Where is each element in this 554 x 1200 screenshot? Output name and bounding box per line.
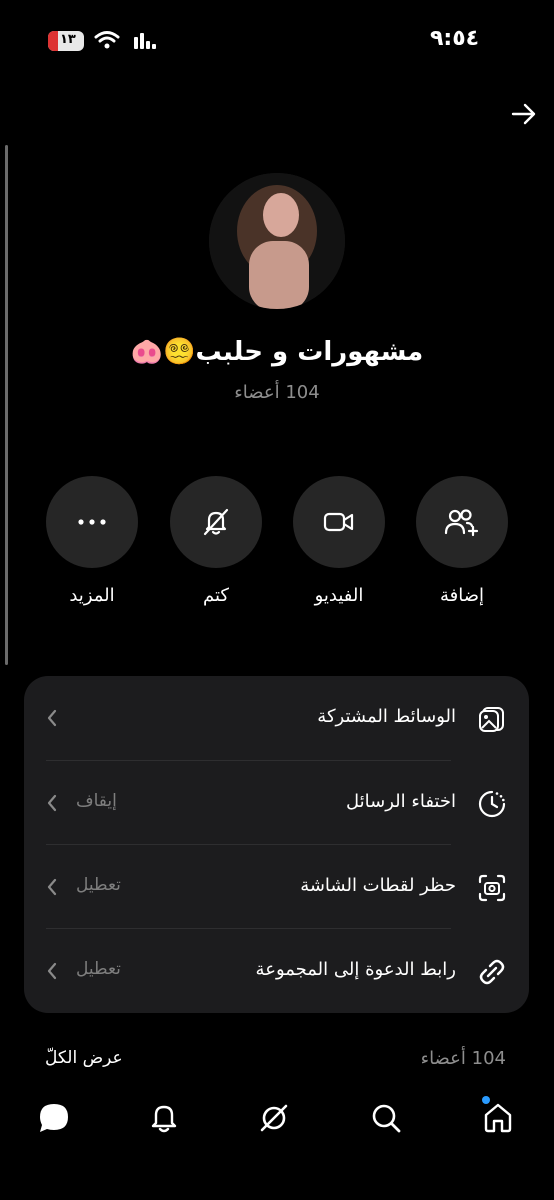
- media-icon: [479, 707, 504, 732]
- chat-icon: [40, 1104, 68, 1132]
- video-icon: [323, 512, 354, 532]
- block-screenshots-row[interactable]: حظر لقطات الشاشة تعطيل: [24, 845, 529, 929]
- invite-link-title: رابط الدعوة إلى المجموعة: [255, 959, 456, 980]
- mute-button[interactable]: [170, 476, 262, 568]
- block-screenshots-value: تعطيل: [76, 875, 121, 895]
- add-label: إضافة: [439, 585, 485, 606]
- members-count-heading: 104 أعضاء: [420, 1048, 506, 1069]
- nav-chat[interactable]: [36, 1100, 72, 1136]
- group-title: مشهورات و حلبب😵‍💫🐽: [130, 337, 424, 367]
- signal-icon: [134, 33, 156, 49]
- wifi-icon: [94, 31, 120, 49]
- add-users-icon: [444, 509, 479, 537]
- video-label: الفيديو: [314, 585, 364, 606]
- nav-explore[interactable]: [256, 1100, 292, 1136]
- more-button[interactable]: [46, 476, 138, 568]
- more-dots-icon: [78, 519, 106, 525]
- mute-bell-icon: [203, 508, 229, 536]
- disappearing-messages-row[interactable]: اختفاء الرسائل إيقاف: [24, 761, 529, 845]
- chevron-left-icon: [47, 962, 57, 980]
- nav-notifications[interactable]: [146, 1100, 182, 1136]
- chevron-left-icon: [47, 709, 57, 727]
- mute-label: كتم: [203, 585, 229, 606]
- shared-media-row[interactable]: الوسائط المشتركة: [24, 676, 529, 760]
- video-button[interactable]: [293, 476, 385, 568]
- group-avatar[interactable]: [209, 173, 345, 309]
- member-count: 104 أعضاء: [234, 382, 320, 403]
- timer-icon: [478, 790, 506, 818]
- chevron-left-icon: [47, 794, 57, 812]
- nav-home[interactable]: [480, 1100, 516, 1136]
- explore-icon: [260, 1104, 288, 1132]
- battery-icon: ١٣: [48, 31, 84, 51]
- disappearing-messages-title: اختفاء الرسائل: [346, 791, 456, 812]
- notifications-icon: [151, 1105, 177, 1133]
- add-button[interactable]: [416, 476, 508, 568]
- screenshot-icon: [478, 874, 506, 902]
- disappearing-messages-value: إيقاف: [76, 791, 117, 811]
- nav-search[interactable]: [368, 1100, 404, 1136]
- chevron-left-icon: [47, 878, 57, 896]
- invite-link-value: تعطيل: [76, 959, 121, 979]
- link-icon: [479, 959, 505, 985]
- invite-link-row[interactable]: رابط الدعوة إلى المجموعة تعطيل: [24, 929, 529, 1013]
- more-label: المزيد: [69, 585, 115, 606]
- view-all-link[interactable]: عرض الكلّ: [45, 1048, 123, 1068]
- scrollbar[interactable]: [5, 145, 8, 665]
- settings-card: الوسائط المشتركة اختفاء الرسائل إيقاف حظ…: [24, 676, 529, 1013]
- block-screenshots-title: حظر لقطات الشاشة: [300, 875, 456, 896]
- status-time: ٩:٥٤: [430, 26, 480, 51]
- shared-media-title: الوسائط المشتركة: [317, 706, 456, 727]
- search-icon: [372, 1104, 401, 1133]
- battery-level: ١٣: [60, 32, 76, 47]
- back-arrow-icon[interactable]: [510, 102, 538, 126]
- home-icon: [484, 1103, 512, 1133]
